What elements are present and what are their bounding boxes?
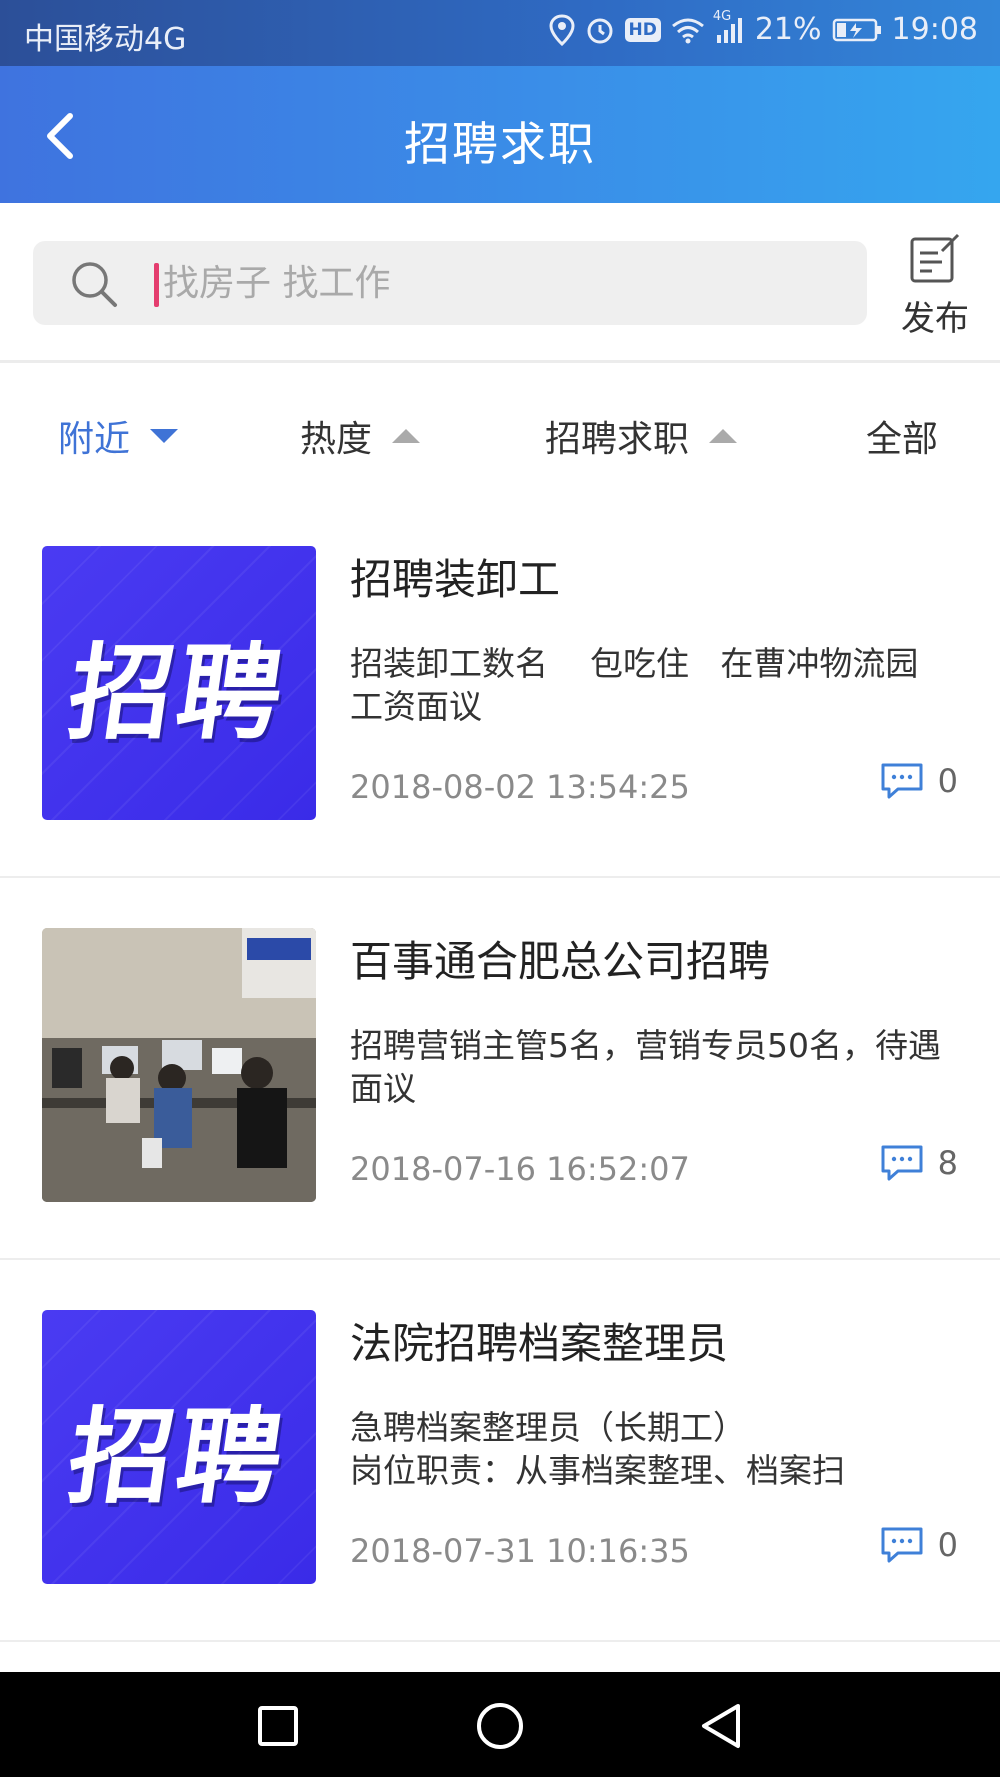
text-cursor bbox=[154, 263, 159, 307]
clock-time: 19:08 bbox=[891, 12, 978, 47]
network-type-label: 4G bbox=[712, 8, 732, 24]
filter-category[interactable]: 招聘求职 bbox=[545, 410, 738, 462]
listing-list: 招聘 招聘装卸工 招装卸工数名 包吃住 在曹冲物流园 工资面议 2018-08-… bbox=[0, 496, 1000, 1642]
list-item[interactable]: 招聘 法院招聘档案整理员 急聘档案整理员（长期工） 岗位职责：从事档案整理、档案… bbox=[0, 1260, 1000, 1642]
signal-icon: 4G bbox=[713, 9, 745, 45]
listing-time: 2018-08-02 13:54:25 bbox=[350, 768, 690, 806]
alarm-icon bbox=[585, 15, 615, 45]
filter-popularity[interactable]: 热度 bbox=[300, 410, 421, 462]
listing-time: 2018-07-31 10:16:35 bbox=[350, 1532, 690, 1570]
listing-title: 招聘装卸工 bbox=[350, 555, 561, 604]
search-input[interactable] bbox=[163, 241, 843, 325]
edit-icon bbox=[910, 233, 960, 283]
comment-count: 0 bbox=[880, 1526, 958, 1564]
status-bar: 中国移动4G HD 4G 21% 19:08 bbox=[0, 0, 1000, 66]
comment-count: 0 bbox=[880, 762, 958, 800]
comment-count-value: 8 bbox=[937, 1144, 958, 1182]
system-nav-bar bbox=[0, 1672, 1000, 1777]
recents-button[interactable] bbox=[246, 1694, 310, 1758]
status-icons: HD 4G 21% 19:08 bbox=[548, 9, 978, 47]
caret-down-icon bbox=[150, 429, 179, 443]
location-icon bbox=[548, 13, 575, 46]
battery-percent: 21% bbox=[754, 12, 822, 47]
filter-label: 热度 bbox=[300, 419, 373, 460]
caret-up-icon bbox=[392, 429, 421, 443]
listing-thumbnail: 招聘 bbox=[42, 1310, 316, 1584]
office-photo-image bbox=[42, 928, 316, 1202]
search-row: 发布 bbox=[0, 203, 1000, 363]
filter-all[interactable]: 全部 bbox=[866, 410, 938, 462]
carrier-label: 中国移动4G bbox=[24, 22, 187, 57]
search-box[interactable] bbox=[33, 241, 867, 325]
listing-title: 法院招聘档案整理员 bbox=[350, 1319, 729, 1368]
caret-up-icon bbox=[709, 429, 738, 443]
filter-nearby[interactable]: 附近 bbox=[58, 410, 179, 462]
filter-bar: 附近 热度 招聘求职 全部 bbox=[0, 366, 1000, 496]
filter-label: 招聘求职 bbox=[545, 419, 690, 460]
listing-title: 百事通合肥总公司招聘 bbox=[350, 937, 771, 986]
listing-description: 急聘档案整理员（长期工） 岗位职责：从事档案整理、档案扫 bbox=[350, 1408, 845, 1490]
listing-description: 招装卸工数名 包吃住 在曹冲物流园 工资面议 bbox=[350, 644, 971, 726]
app-header: 中国移动4G HD 4G 21% 19:08 招聘求职 bbox=[0, 0, 1000, 203]
list-item[interactable]: 百事通合肥总公司招聘 招聘营销主管5名，营销专员50名，待遇面议 2018-07… bbox=[0, 878, 1000, 1260]
comment-count-value: 0 bbox=[937, 1526, 958, 1564]
publish-button[interactable]: 发布 bbox=[885, 225, 985, 343]
comment-icon bbox=[881, 1527, 923, 1563]
hd-icon: HD bbox=[624, 17, 661, 42]
back-nav-button[interactable] bbox=[690, 1694, 754, 1758]
search-icon bbox=[69, 259, 119, 313]
thumbnail-text: 招聘 bbox=[61, 1395, 295, 1518]
square-icon bbox=[258, 1706, 298, 1746]
listing-description: 招聘营销主管5名，营销专员50名，待遇面议 bbox=[350, 1026, 941, 1108]
page-title: 招聘求职 bbox=[404, 117, 596, 171]
listing-thumbnail: 招聘 bbox=[42, 546, 316, 820]
filter-label: 全部 bbox=[866, 419, 939, 460]
comment-icon bbox=[881, 763, 923, 799]
publish-label: 发布 bbox=[901, 299, 969, 339]
thumbnail-text: 招聘 bbox=[61, 631, 295, 754]
battery-icon bbox=[832, 17, 882, 43]
list-item[interactable]: 招聘 招聘装卸工 招装卸工数名 包吃住 在曹冲物流园 工资面议 2018-08-… bbox=[0, 496, 1000, 878]
listing-thumbnail bbox=[42, 928, 316, 1202]
home-button[interactable] bbox=[468, 1694, 532, 1758]
circle-icon bbox=[477, 1703, 523, 1749]
comment-icon bbox=[881, 1145, 923, 1181]
comment-count: 8 bbox=[880, 1144, 958, 1182]
triangle-back-icon bbox=[702, 1704, 740, 1748]
filter-label: 附近 bbox=[58, 419, 131, 460]
listing-time: 2018-07-16 16:52:07 bbox=[350, 1150, 690, 1188]
wifi-icon bbox=[671, 16, 705, 44]
comment-count-value: 0 bbox=[937, 762, 958, 800]
